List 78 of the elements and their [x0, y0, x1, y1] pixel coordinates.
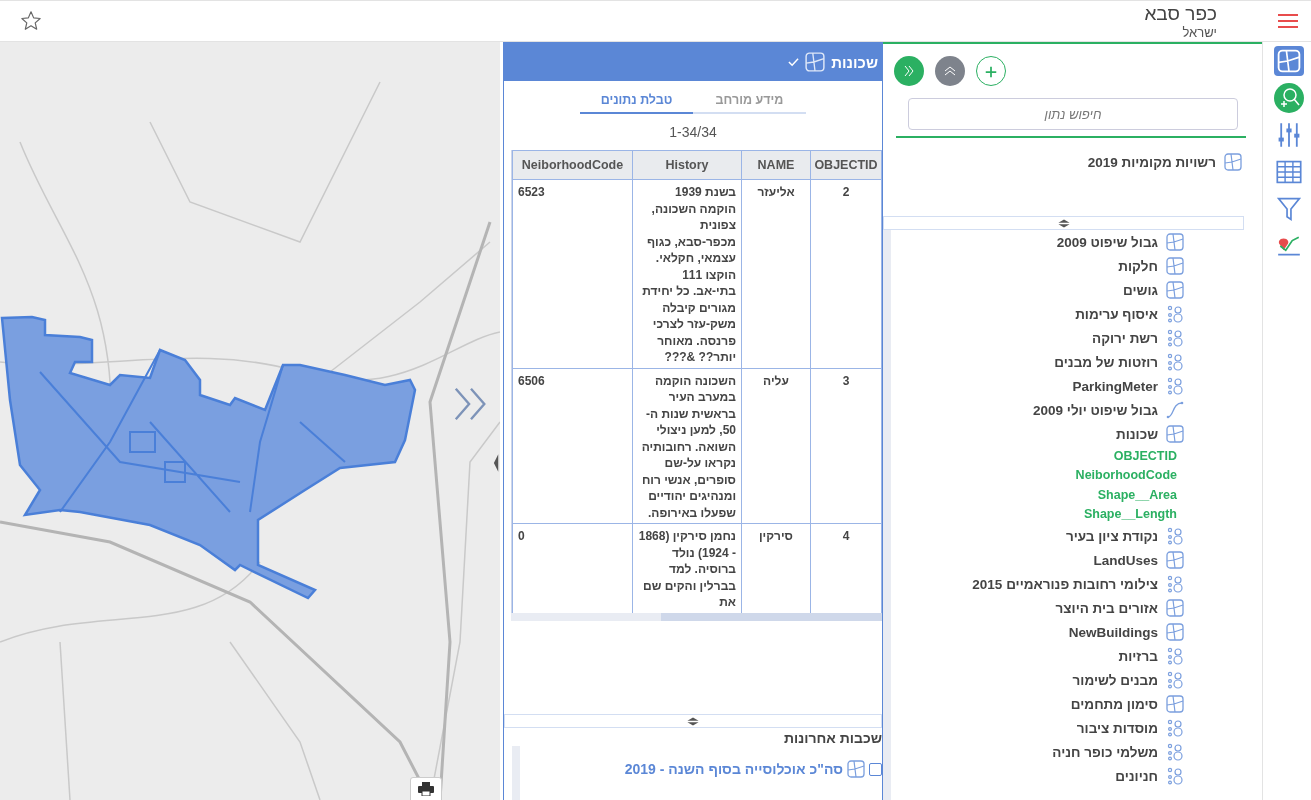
table-cell: 2 [810, 179, 882, 368]
table-cell: 6506 [512, 368, 633, 524]
tab[interactable]: טבלת נתונים [580, 89, 693, 114]
point-layer-icon [1166, 671, 1184, 689]
layer-item[interactable]: גושים [1123, 282, 1158, 298]
layer-item[interactable]: ParkingMeter [1072, 378, 1158, 394]
layer-item[interactable]: מבנים לשימור [1072, 672, 1158, 688]
point-layer-icon [1166, 353, 1184, 371]
point-layer-icon [1166, 575, 1184, 593]
table-cell: 4 [810, 523, 882, 613]
layer-item[interactable]: רוזטות של מבנים [1054, 354, 1158, 370]
layer-item[interactable]: גבול שיפוט יולי 2009 [1033, 402, 1158, 418]
layer-title: שכונות [831, 53, 878, 71]
column-header[interactable]: NeiborhoodCode [512, 150, 633, 180]
layer-item[interactable]: LandUses [1093, 552, 1158, 568]
polygon-layer-icon [1166, 233, 1184, 251]
record-count: 1-34/34 [668, 124, 718, 140]
horizontal-scrollbar[interactable] [511, 612, 882, 621]
polygon-layer-icon [1224, 153, 1242, 171]
layer-item[interactable]: צילומי רחובות פנוראמיים 2015 [972, 576, 1158, 592]
polygon-layer-icon [1166, 623, 1184, 641]
point-layer-icon [1166, 329, 1184, 347]
table-cell: עליה [741, 368, 811, 524]
collapse-all-button[interactable] [935, 56, 965, 86]
plus-icon [984, 64, 998, 80]
table-cell: השכונה הוקמה במערב העיר בראשית שנות ה- 50, למען ניצולי השואה. רחובותיה נקראו על-שם סופרים, אנשי רוח ומנהיגים יהודיים שפעלו באירופה. [632, 368, 742, 524]
table-cell: 3 [810, 368, 882, 524]
star-icon[interactable] [20, 10, 42, 32]
layer-item[interactable]: מוסדות ציבור [1076, 720, 1158, 736]
country-subtitle: ישראל [1181, 24, 1217, 40]
table-cell: בשנת 1939 הוקמה השכונה, צפונית מכפר-סבא, כגוף עצמאי, חקלאי. הוקצו 111 בתי-אב. כל יחידת מגורים קיבלה משק-עזר לצרכי פרנסה. מאוחר יותר?? &??? [632, 179, 742, 368]
layer-item[interactable]: משלמי כופר חניה [1052, 744, 1158, 760]
checkbox[interactable] [869, 762, 882, 776]
check-icon[interactable] [788, 57, 800, 67]
point-layer-icon [1166, 647, 1184, 665]
layer-item[interactable]: איסוף ערימות [1075, 306, 1158, 322]
menu-icon[interactable] [1277, 13, 1299, 29]
layers-button[interactable] [1274, 45, 1304, 76]
column-header[interactable]: NAME [741, 150, 811, 180]
search-button[interactable] [1274, 82, 1304, 113]
point-layer-icon [1166, 719, 1184, 737]
layer-item[interactable]: רשויות מקומיות 2019 [1087, 154, 1216, 170]
polygon-layer-icon [805, 52, 826, 72]
polygon-layer-icon [847, 760, 865, 778]
layer-item[interactable]: חלקות [1118, 258, 1158, 274]
polygon-layer-icon [1166, 551, 1184, 569]
point-layer-icon [1166, 377, 1184, 395]
layer-item[interactable]: חניונים [1115, 768, 1158, 784]
line-layer-icon [1166, 401, 1184, 419]
section-title: שכבות אחרונות [782, 729, 882, 746]
layer-item[interactable]: ברזיות [1118, 648, 1158, 664]
polygon-layer-icon [1166, 425, 1184, 443]
table-cell: אליעזר [741, 179, 811, 368]
add-button[interactable] [976, 56, 1006, 86]
point-layer-icon [1166, 767, 1184, 785]
polygon-layer-icon [1166, 281, 1184, 299]
polygon-layer-icon [1166, 257, 1184, 275]
point-layer-icon [1166, 527, 1184, 545]
layer-item[interactable]: נקודת ציון בעיר [1065, 528, 1158, 544]
layer-item[interactable]: שכונות [1116, 426, 1158, 442]
print-button[interactable] [410, 777, 442, 800]
polygon-layer-icon [1166, 599, 1184, 617]
city-title: כפר סבא [1144, 2, 1217, 25]
layer-item[interactable]: סימון מתחמים [1070, 696, 1158, 712]
layer-link[interactable]: סה"כ אוכלוסייה בסוף השנה - 2019 [624, 761, 843, 777]
printer-icon [418, 782, 434, 796]
expand-all-button[interactable] [894, 56, 924, 86]
column-header[interactable]: History [632, 150, 742, 180]
layer-item[interactable]: NewBuildings [1068, 624, 1158, 640]
layer-item[interactable]: אזורים בית היוצר [1055, 600, 1158, 616]
polygon-layer-icon [1166, 695, 1184, 713]
point-layer-icon [1166, 305, 1184, 323]
column-header[interactable]: OBJECTID [810, 150, 882, 180]
layer-item[interactable]: רשת ירוקה [1092, 330, 1158, 346]
layer-item[interactable]: גבול שיפוט 2009 [1056, 234, 1158, 250]
search-field[interactable]: חיפוש נתון [908, 98, 1238, 130]
table-cell: 6523 [512, 179, 633, 368]
point-layer-icon [1166, 743, 1184, 761]
